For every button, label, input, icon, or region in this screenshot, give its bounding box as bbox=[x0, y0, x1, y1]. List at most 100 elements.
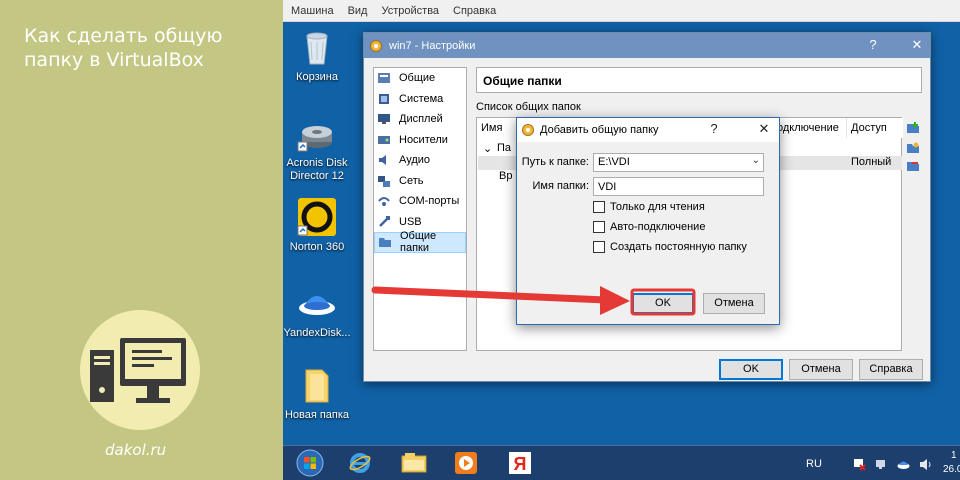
edit-folder-icon[interactable] bbox=[906, 141, 920, 155]
checkbox-label: Авто-подключение bbox=[610, 221, 706, 233]
nav-item-com-ports[interactable]: COM-порты bbox=[374, 191, 466, 212]
folder-icon bbox=[305, 369, 329, 403]
yandex-browser-icon: Я bbox=[509, 452, 531, 474]
media-player-icon bbox=[455, 452, 477, 474]
usb-icon bbox=[379, 215, 390, 227]
settings-ok-button[interactable]: OK bbox=[719, 359, 783, 380]
desktop-icon-norton[interactable]: Norton 360 bbox=[283, 196, 354, 254]
audio-icon bbox=[379, 155, 386, 166]
dialog-close-button[interactable]: ✕ bbox=[755, 121, 773, 137]
settings-close-button[interactable]: ✕ bbox=[908, 37, 926, 53]
virtualbox-gear-icon bbox=[370, 39, 382, 52]
nav-item-storage[interactable]: Носители bbox=[374, 130, 466, 151]
yandex-disk-tray-icon[interactable] bbox=[897, 458, 910, 471]
section-title: Общие папки bbox=[476, 67, 922, 93]
acronis-disk-icon bbox=[297, 126, 332, 152]
table-row-label: Вр bbox=[499, 170, 513, 182]
remove-folder-icon[interactable] bbox=[906, 159, 920, 173]
volume-icon[interactable] bbox=[919, 458, 932, 471]
nav-item-system[interactable]: Система bbox=[374, 89, 466, 110]
permanent-checkbox[interactable]: Создать постоянную папку bbox=[593, 241, 747, 253]
column-header-access[interactable]: Доступ bbox=[847, 118, 903, 138]
desktop-icon-yandex-disk[interactable]: YandexDisk... bbox=[283, 282, 354, 340]
promo-panel: Как сделать общую папку в VirtualBox dak… bbox=[0, 0, 283, 480]
network-tray-icon[interactable] bbox=[875, 458, 888, 471]
checkbox-box[interactable] bbox=[593, 201, 605, 213]
nav-label: Система bbox=[399, 92, 444, 105]
chevron-down-icon[interactable]: ⌄ bbox=[752, 155, 760, 166]
yandex-disk-icon bbox=[299, 296, 335, 315]
nav-label: Дисплей bbox=[399, 113, 443, 126]
clock-time[interactable]: 1 bbox=[951, 450, 957, 461]
settings-help-button[interactable]: ? bbox=[864, 37, 882, 52]
menu-devices[interactable]: Устройства bbox=[381, 5, 439, 17]
dialog-titlebar[interactable]: Добавить общую папку ? ✕ bbox=[517, 118, 779, 142]
auto-mount-checkbox[interactable]: Авто-подключение bbox=[593, 221, 705, 233]
dialog-title: Добавить общую папку bbox=[540, 124, 659, 136]
checkbox-box[interactable] bbox=[593, 221, 605, 233]
taskbar-media-player[interactable] bbox=[441, 448, 491, 478]
settings-cancel-button[interactable]: Отмена bbox=[789, 359, 853, 380]
readonly-checkbox[interactable]: Только для чтения bbox=[593, 201, 705, 213]
nav-item-shared-folders[interactable]: Общие папки bbox=[374, 230, 466, 255]
nav-label: Общие папки bbox=[400, 230, 437, 255]
desktop-icon-recycle-bin[interactable]: Корзина bbox=[283, 26, 354, 84]
shared-folders-icon bbox=[379, 238, 391, 248]
menu-help[interactable]: Справка bbox=[453, 5, 496, 17]
taskbar-explorer[interactable] bbox=[389, 448, 439, 478]
table-group-label: Па bbox=[497, 142, 512, 154]
virtualbox-gear-icon bbox=[522, 124, 534, 136]
folder-name-input[interactable] bbox=[593, 177, 764, 196]
expand-chevron-icon[interactable]: ⌄ bbox=[483, 142, 492, 155]
norton-icon bbox=[297, 198, 336, 236]
checkbox-label: Только для чтения bbox=[610, 201, 705, 213]
start-button[interactable] bbox=[285, 448, 335, 478]
settings-help-button-bottom[interactable]: Справка bbox=[859, 359, 923, 380]
nav-item-general[interactable]: Общие bbox=[374, 68, 466, 89]
internet-explorer-icon bbox=[349, 453, 371, 473]
dialog-ok-button[interactable]: OK bbox=[632, 293, 694, 314]
folders-list-label: Список общих папок bbox=[476, 101, 581, 113]
path-combobox[interactable]: E:\VDI ⌄ bbox=[593, 153, 764, 172]
column-header-auto-mount[interactable]: одключение bbox=[773, 118, 847, 138]
nav-item-audio[interactable]: Аудио bbox=[374, 150, 466, 171]
site-name: dakol.ru bbox=[105, 441, 167, 459]
computer-illustration bbox=[80, 310, 200, 430]
checkbox-box[interactable] bbox=[593, 241, 605, 253]
nav-label: USB bbox=[399, 215, 422, 228]
host-menubar: Машина Вид Устройства Справка bbox=[283, 0, 960, 22]
system-icon bbox=[379, 93, 389, 104]
taskbar-yandex-browser[interactable]: Я bbox=[495, 448, 545, 478]
desktop-icon-label: Norton 360 bbox=[289, 241, 345, 253]
add-folder-icon[interactable] bbox=[906, 121, 920, 135]
desktop-icon-acronis[interactable]: Acronis Disk Director 12 bbox=[283, 112, 354, 183]
explorer-icon bbox=[401, 453, 427, 473]
network-icon bbox=[378, 175, 390, 187]
language-indicator[interactable]: RU bbox=[806, 458, 822, 470]
recycle-bin-icon bbox=[306, 32, 328, 65]
menu-machine[interactable]: Машина bbox=[291, 5, 334, 17]
nav-item-network[interactable]: Сеть bbox=[374, 171, 466, 192]
action-center-flag-icon[interactable] bbox=[853, 458, 866, 471]
settings-nav: Общие Система Дисплей Носители Аудио Сет… bbox=[373, 67, 467, 351]
checkbox-label: Создать постоянную папку bbox=[610, 241, 747, 253]
dialog-cancel-button[interactable]: Отмена bbox=[703, 293, 765, 314]
nav-label: Сеть bbox=[399, 174, 424, 187]
menu-view[interactable]: Вид bbox=[348, 5, 368, 17]
dialog-help-button[interactable]: ? bbox=[705, 121, 723, 136]
clock-date[interactable]: 26.0 bbox=[943, 464, 960, 475]
nav-label: Аудио bbox=[399, 154, 431, 167]
name-label: Имя папки: bbox=[532, 180, 589, 192]
desktop-icon-label: YandexDisk... bbox=[283, 327, 351, 339]
taskbar-ie[interactable] bbox=[335, 448, 385, 478]
desktop-icon-label: Новая папка bbox=[284, 409, 350, 421]
desktop-icon-label: Acronis Disk Director 12 bbox=[286, 157, 348, 182]
vm-screen: Машина Вид Устройства Справка Корзина Ac… bbox=[283, 0, 960, 480]
com-ports-icon bbox=[378, 197, 390, 207]
svg-text:Я: Я bbox=[514, 454, 527, 474]
nav-item-usb[interactable]: USB bbox=[374, 212, 466, 233]
nav-item-display[interactable]: Дисплей bbox=[374, 109, 466, 130]
path-label: Путь к папке: bbox=[521, 156, 589, 168]
settings-titlebar[interactable]: win7 - Настройки ? ✕ bbox=[364, 33, 930, 58]
desktop-icon-new-folder[interactable]: Новая папка bbox=[283, 364, 354, 422]
